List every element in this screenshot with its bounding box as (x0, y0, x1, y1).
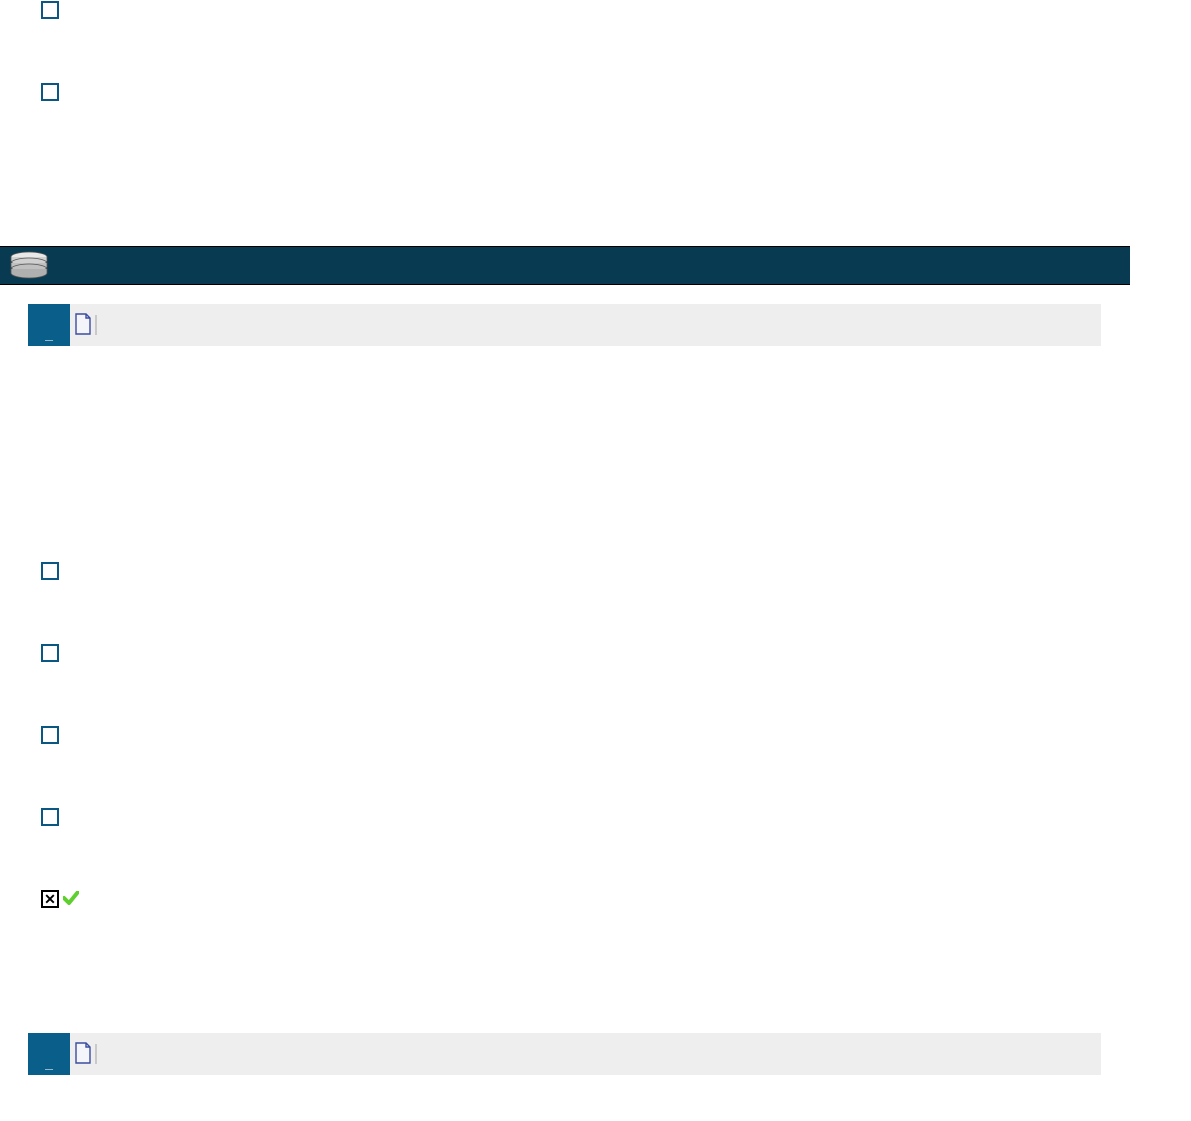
close-button[interactable]: ✕ (41, 890, 59, 908)
divider (95, 315, 97, 335)
document-icon[interactable] (74, 1042, 92, 1067)
stack-icon (8, 249, 50, 282)
checkbox[interactable] (41, 1, 59, 19)
checkbox[interactable] (41, 644, 59, 662)
checkbox-row (0, 561, 1191, 581)
item-badge[interactable]: _ (28, 304, 70, 346)
divider (95, 1044, 97, 1064)
close-icon: ✕ (44, 892, 56, 906)
action-controls: ✕ (0, 889, 1191, 909)
doc-cell (70, 1033, 97, 1075)
checkbox-row (0, 82, 1191, 102)
checkbox-row (0, 807, 1191, 827)
item-badge[interactable]: _ (28, 1033, 70, 1075)
checkbox[interactable] (41, 808, 59, 826)
badge-label: _ (45, 326, 53, 342)
document-icon[interactable] (74, 313, 92, 338)
checkbox-row (0, 643, 1191, 663)
checkbox-row (0, 725, 1191, 745)
checkbox[interactable] (41, 83, 59, 101)
badge-label: _ (45, 1055, 53, 1071)
checkbox[interactable] (41, 726, 59, 744)
item-bar: _ (28, 1033, 1101, 1075)
item-bar: _ (28, 304, 1101, 346)
doc-cell (70, 304, 97, 346)
section-header (0, 246, 1130, 285)
checkmark-icon[interactable] (63, 891, 79, 908)
checkbox[interactable] (41, 562, 59, 580)
checkbox-row (0, 0, 1191, 20)
